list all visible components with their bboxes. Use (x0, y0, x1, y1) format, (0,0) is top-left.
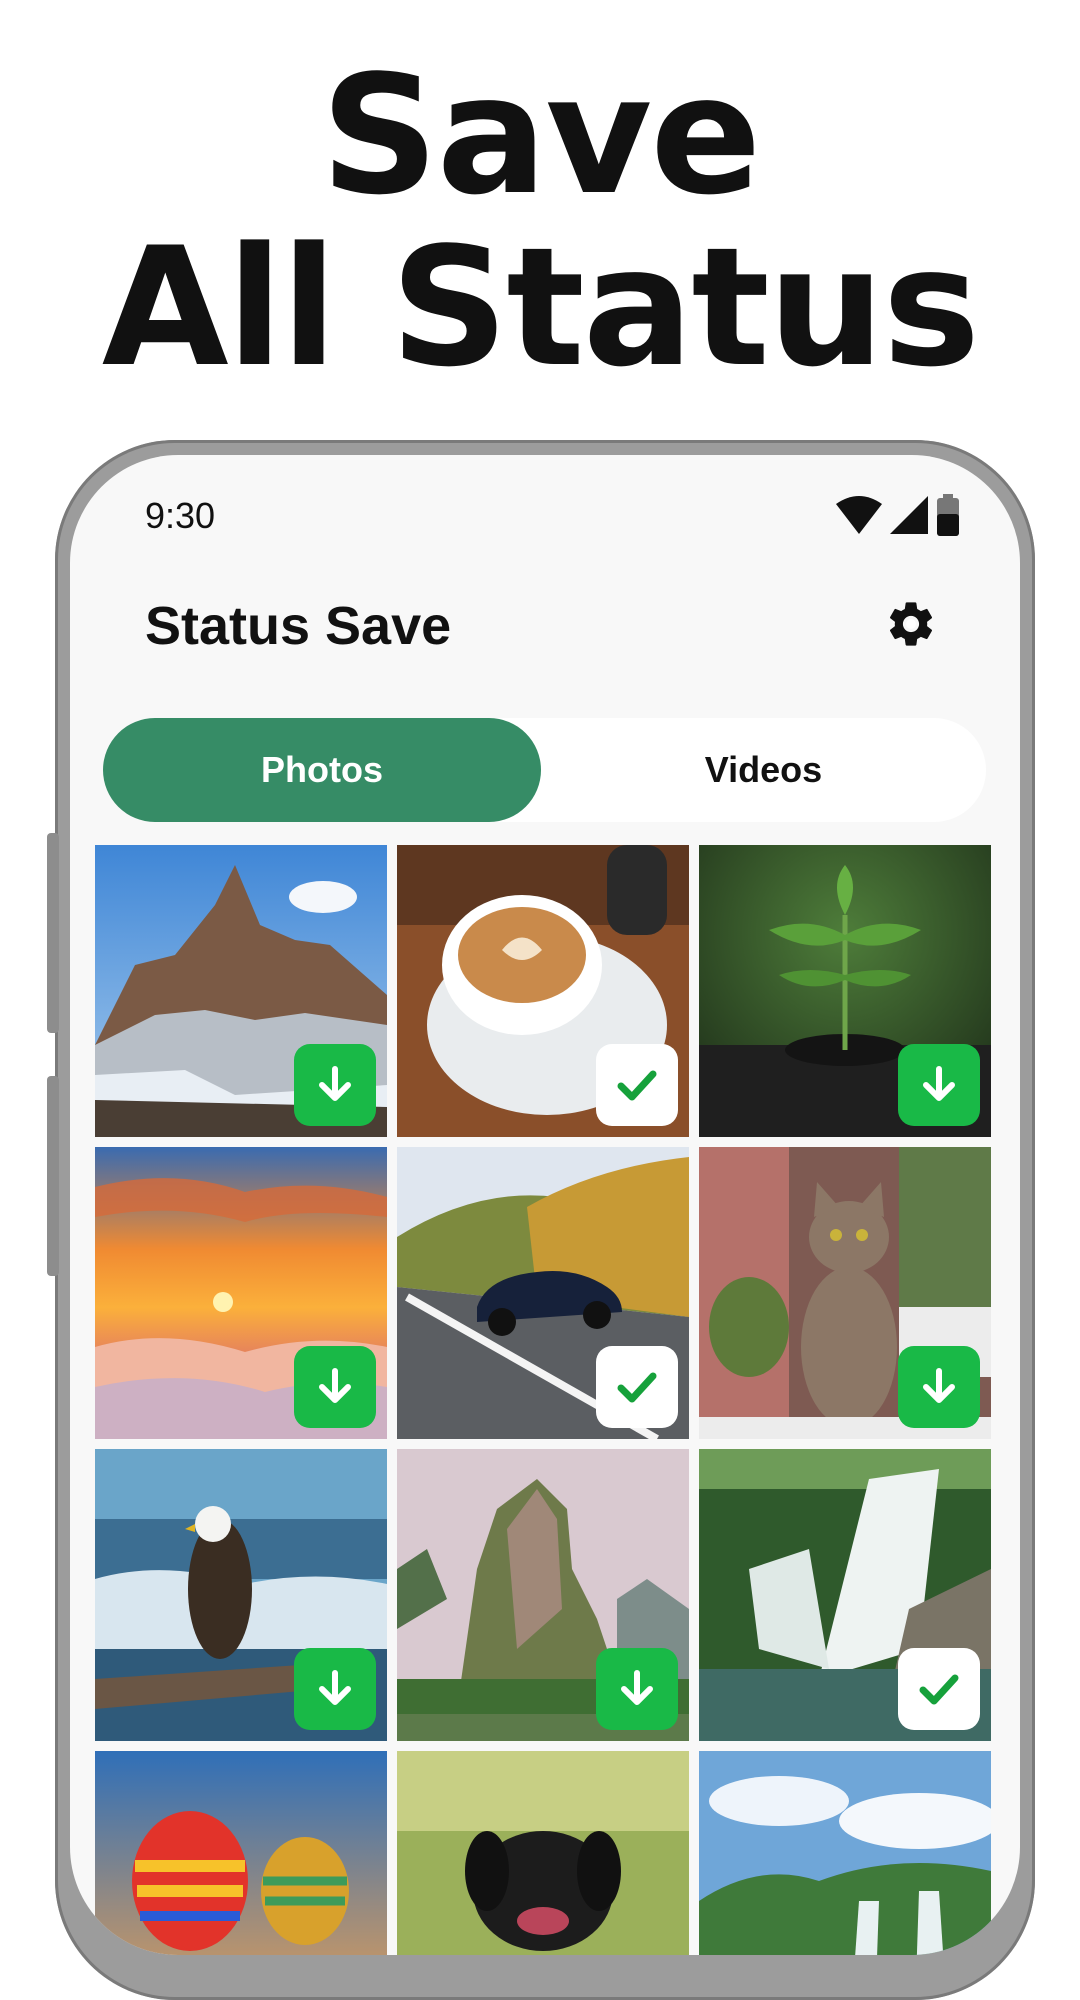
download-arrow-icon (319, 1066, 351, 1101)
dog-photo (397, 1751, 689, 1955)
download-button[interactable] (294, 1044, 376, 1126)
download-arrow-icon (923, 1066, 955, 1101)
battery-icon (937, 494, 959, 536)
saved-indicator (596, 1044, 678, 1126)
status-thumbnail-cat[interactable] (699, 1147, 991, 1439)
download-button[interactable] (294, 1346, 376, 1428)
headline-line-1: Save (320, 40, 762, 231)
download-arrow-icon (319, 1368, 351, 1403)
system-icons (836, 494, 960, 536)
download-arrow-icon (319, 1670, 351, 1705)
status-thumbnail-eagle[interactable] (95, 1449, 387, 1741)
wifi-icon (836, 496, 882, 534)
headline: Save All Status (0, 50, 1080, 394)
settings-button[interactable] (882, 595, 940, 653)
download-button[interactable] (596, 1648, 678, 1730)
status-thumbnail-coffee[interactable] (397, 845, 689, 1137)
status-thumbnail-karst[interactable] (397, 1449, 689, 1741)
tab-videos[interactable]: Videos (541, 718, 986, 822)
phone-side-button-power (47, 1076, 59, 1276)
check-icon (617, 1372, 657, 1403)
status-thumbnail-dog[interactable] (397, 1751, 689, 1955)
status-thumbnail-sprout[interactable] (699, 845, 991, 1137)
download-button[interactable] (294, 1648, 376, 1730)
status-thumbnail-falls[interactable] (699, 1751, 991, 1955)
saved-indicator (898, 1648, 980, 1730)
phone-side-button-volume (47, 833, 59, 1033)
falls-photo (699, 1751, 991, 1955)
headline-line-2: All Status (101, 212, 980, 403)
check-icon (919, 1674, 959, 1705)
status-time: 9:30 (145, 495, 216, 536)
app-title: Status Save (145, 596, 452, 656)
signal-icon (890, 496, 928, 534)
status-thumbnail-balloons[interactable] (95, 1751, 387, 1955)
status-thumbnail-sunset[interactable] (95, 1147, 387, 1439)
saved-indicator (596, 1346, 678, 1428)
download-button[interactable] (898, 1044, 980, 1126)
balloons-photo (95, 1751, 387, 1955)
download-arrow-icon (923, 1368, 955, 1403)
status-thumbnail-waterfall[interactable] (699, 1449, 991, 1741)
check-icon (617, 1070, 657, 1101)
status-thumbnail-mountain[interactable] (95, 845, 387, 1137)
gear-icon (889, 602, 933, 646)
download-button[interactable] (898, 1346, 980, 1428)
tab-bar: Photos Videos (103, 718, 986, 822)
download-arrow-icon (621, 1670, 653, 1705)
status-thumbnail-car[interactable] (397, 1147, 689, 1439)
tab-photos[interactable]: Photos (103, 718, 541, 822)
phone-screen: 9:30 Status Save Photos Videos (70, 455, 1020, 1955)
